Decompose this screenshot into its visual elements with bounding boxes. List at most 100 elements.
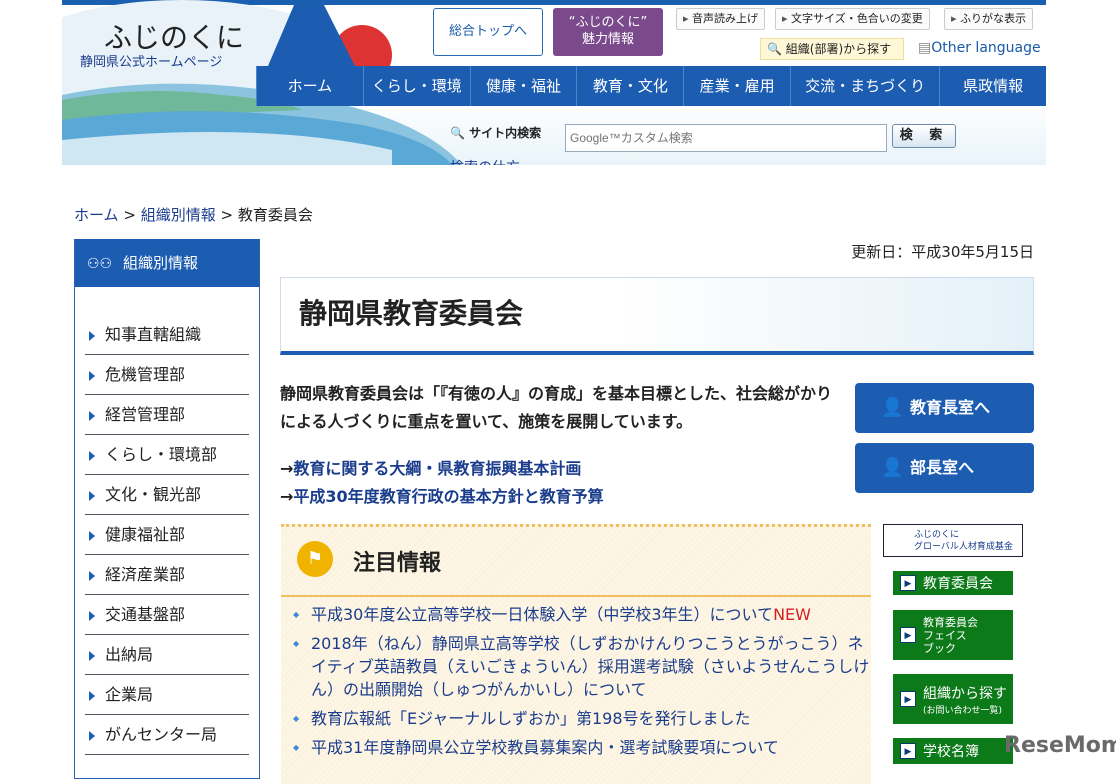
label: 教育委員会 — [923, 576, 993, 592]
sidebar-item[interactable]: 健康福祉部 — [85, 515, 249, 555]
voice-read-button[interactable]: 音声読み上げ — [676, 8, 766, 30]
search-by-org-button[interactable]: ▶ 組織から探す (お問い合わせ一覧) — [893, 674, 1013, 724]
search-icon: 🔍 — [767, 42, 782, 56]
other-language-link[interactable]: ▤Other language — [918, 40, 1041, 56]
global-nav: ホーム くらし・環境 健康・福祉 教育・文化 産業・雇用 交流・まちづくり 県政… — [256, 66, 1046, 106]
other-language-label: Other language — [931, 40, 1041, 56]
miryoku-line1: “ふじのくに” — [568, 15, 648, 30]
nav-education[interactable]: 教育・文化 — [576, 66, 683, 106]
notice-header: ⚑ 注目情報 — [281, 527, 871, 597]
label: ブック — [923, 641, 956, 655]
nav-industry[interactable]: 産業・雇用 — [683, 66, 790, 106]
play-icon: ▶ — [900, 691, 916, 707]
link-budget: →平成30年度教育行政の基本方針と教育予算 — [280, 483, 604, 507]
arrow: → — [280, 459, 294, 478]
search-input[interactable] — [565, 124, 887, 152]
label: 学校名簿 — [923, 744, 979, 760]
furigana-button[interactable]: ふりがな表示 — [944, 8, 1034, 30]
global-talent-fund-banner[interactable]: ふじのくにグローバル人材育成基金 — [883, 524, 1023, 557]
play-icon: ▶ — [900, 743, 916, 759]
sidebar-title: 組織別情報 — [123, 254, 199, 272]
director-office-button[interactable]: 👤 部長室へ — [855, 443, 1034, 493]
play-icon: ▶ — [900, 575, 916, 591]
org-search-button[interactable]: 🔍 組織(部署)から探す — [760, 38, 904, 60]
site-search-label: 🔍 サイト内検索 — [450, 124, 541, 141]
nav-health[interactable]: 健康・福祉 — [469, 66, 577, 106]
sidebar-item[interactable]: 企業局 — [85, 675, 249, 715]
sidebar-item[interactable]: がんセンター局 — [85, 715, 249, 755]
logo-subtitle[interactable]: 静岡県公式ホームページ — [80, 51, 222, 70]
banner-line2: グローバル人材育成基金 — [914, 542, 1013, 552]
top-page-button[interactable]: 総合トップへ — [433, 8, 543, 56]
nav-home[interactable]: ホーム — [256, 66, 363, 106]
magnifier-icon: 🔍 — [450, 126, 465, 140]
notice-link[interactable]: 2018年（ねん）静岡県立高等学校（しずおかけんりつこうとうがっこう）ネイティブ… — [311, 634, 869, 699]
board-of-education-button[interactable]: ▶ 教育委員会 — [893, 571, 1013, 595]
sidebar: ⚇⚇ 組織別情報 知事直轄組織 危機管理部 経営管理部 くらし・環境部 文化・観光部 健康福… — [74, 239, 260, 779]
school-directory-button[interactable]: ▶ 学校名簿 — [893, 738, 1013, 764]
notice-title: 注目情報 — [353, 551, 442, 576]
notice-list: 平成30年度公立高等学校一日体験入学（中学校3年生）についてNEW 2018年（… — [281, 597, 871, 759]
document-icon: ▤ — [918, 40, 932, 56]
sidebar-item[interactable]: 出納局 — [85, 635, 249, 675]
watermark-logo: ReseMom — [1004, 733, 1116, 758]
org-icon: ⚇⚇ — [87, 256, 113, 272]
sidebar-item[interactable]: 経営管理部 — [85, 395, 249, 435]
breadcrumb-org[interactable]: 組織別情報 — [141, 206, 216, 224]
button-label: 教育長室へ — [910, 398, 991, 417]
nav-community[interactable]: 交流・まちづくり — [790, 66, 939, 106]
link-budget-anchor[interactable]: 平成30年度教育行政の基本方針と教育予算 — [293, 487, 603, 506]
sidebar-item[interactable]: 交通基盤部 — [85, 595, 249, 635]
banner-line1: ふじのくに — [914, 530, 960, 540]
breadcrumb: ホーム > 組織別情報 > 教育委員会 — [74, 204, 313, 225]
sidebar-item[interactable]: 文化・観光部 — [85, 475, 249, 515]
flag-icon: ⚑ — [297, 541, 333, 577]
page-title: 静岡県教育委員会 — [299, 297, 524, 330]
breadcrumb-home[interactable]: ホーム — [74, 206, 119, 224]
sidebar-header: ⚇⚇ 組織別情報 — [75, 239, 259, 287]
miryoku-button[interactable]: “ふじのくに” 魅力情報 — [553, 8, 663, 56]
new-badge: NEW — [773, 605, 811, 624]
list-item: 教育広報紙「Eジャーナルしずおか」第198号を発行しました — [293, 707, 871, 730]
notice-section: ⚑ 注目情報 平成30年度公立高等学校一日体験入学（中学校3年生）についてNEW … — [281, 524, 871, 784]
updated-date: 更新日：平成30年5月15日 — [851, 243, 1034, 261]
sidebar-item[interactable]: 危機管理部 — [85, 355, 249, 395]
sidebar-item[interactable]: 知事直轄組織 — [85, 315, 249, 355]
link-taiko-anchor[interactable]: 教育に関する大綱・県教育振興基本計画 — [293, 459, 581, 478]
facebook-button[interactable]: ▶ 教育委員会 フェイス ブック — [893, 610, 1013, 660]
list-item: 平成30年度公立高等学校一日体験入学（中学校3年生）についてNEW — [293, 603, 871, 626]
label: 教育委員会 — [923, 615, 978, 629]
text-size-button[interactable]: 文字サイズ・色合いの変更 — [775, 8, 930, 30]
page-title-box: 静岡県教育委員会 — [280, 277, 1034, 355]
label: フェイス — [923, 628, 967, 642]
miryoku-line2: 魅力情報 — [581, 32, 634, 47]
list-item: 平成31年度静岡県公立学校教員募集案内・選考試験要項について — [293, 736, 871, 759]
nav-living[interactable]: くらし・環境 — [362, 66, 470, 106]
notice-link[interactable]: 平成31年度静岡県公立学校教員募集案内・選考試験要項について — [311, 738, 779, 757]
label: 組織から探す — [923, 685, 1007, 702]
superintendent-office-button[interactable]: 👤 教育長室へ — [855, 383, 1034, 433]
person-icon: 👤 — [881, 457, 904, 478]
button-label: 部長室へ — [910, 458, 975, 477]
arrow: → — [280, 487, 294, 506]
notice-link[interactable]: 教育広報紙「Eジャーナルしずおか」第198号を発行しました — [311, 709, 751, 728]
search-button[interactable]: 検 索 — [892, 124, 956, 148]
breadcrumb-sep: > — [220, 206, 234, 224]
logo-title[interactable]: ふじのくに — [104, 16, 244, 56]
search-help-link[interactable]: 検索の仕方 — [450, 157, 520, 165]
play-icon: ▶ — [900, 627, 916, 643]
nav-government[interactable]: 県政情報 — [939, 66, 1046, 106]
breadcrumb-sep: > — [123, 206, 136, 224]
site-header: ふじのくに 静岡県公式ホームページ 総合トップへ “ふじのくに” 魅力情報 音声読… — [62, 0, 1046, 165]
intro-text: 静岡県教育委員会は「『有徳の人』の育成」を基本目標とした、社会総がかりによる人づ… — [280, 384, 833, 431]
list-item: 2018年（ねん）静岡県立高等学校（しずおかけんりつこうとうがっこう）ネイティブ… — [293, 632, 871, 701]
sidebar-item[interactable]: 経済産業部 — [85, 555, 249, 595]
breadcrumb-current: 教育委員会 — [237, 206, 313, 224]
link-taiko: →教育に関する大綱・県教育振興基本計画 — [280, 455, 581, 479]
site-search-text: サイト内検索 — [469, 126, 542, 140]
sidebar-item[interactable]: くらし・環境部 — [85, 435, 249, 475]
label: (お問い合わせ一覧) — [923, 705, 1003, 716]
notice-link[interactable]: 平成30年度公立高等学校一日体験入学（中学校3年生）について — [311, 605, 773, 624]
person-icon: 👤 — [881, 397, 904, 418]
org-search-label: 組織(部署)から探す — [785, 42, 892, 56]
